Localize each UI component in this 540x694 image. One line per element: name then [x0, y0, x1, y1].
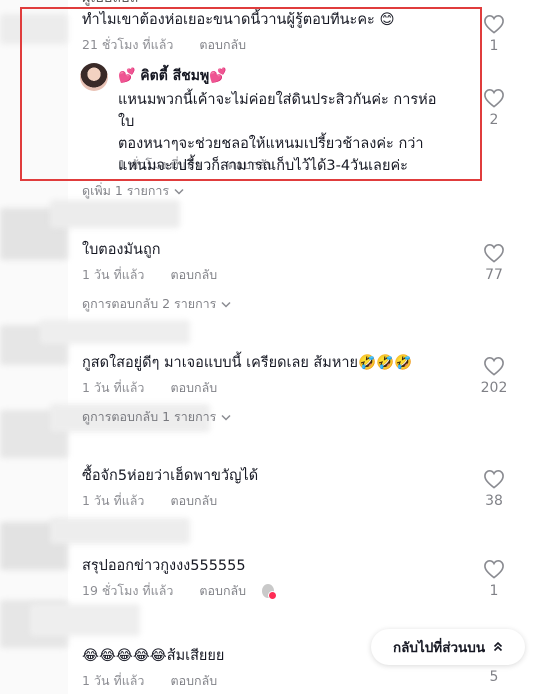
- like-count: 2: [489, 112, 499, 128]
- comment-text: กูสดใสอยู่ดีๆ มาเจอแบบนี้ เครียดเลย ส้มห…: [82, 355, 413, 371]
- like-button[interactable]: 1: [480, 559, 508, 599]
- comment-item: กูสดใสอยู่ดีๆ มาเจอแบบนี้ เครียดเลย ส้มห…: [82, 353, 482, 398]
- comment-text: ใบตองมันถูก: [82, 242, 161, 258]
- like-count: 1: [489, 583, 499, 599]
- like-button[interactable]: 1: [480, 14, 508, 54]
- like-count: 1: [489, 38, 499, 54]
- heart-outline-icon[interactable]: [483, 88, 505, 108]
- creator-liked-avatar: [262, 584, 278, 600]
- like-count: 5: [489, 669, 499, 685]
- back-to-top-button[interactable]: กลับไปที่ส่วนบน: [371, 629, 525, 665]
- reply-button[interactable]: ตอบกลับ: [170, 671, 217, 691]
- like-count: 38: [485, 493, 503, 509]
- comment-item: สรุปออกข่าวกูงงง555555 19 ชั่วโมง ที่แล้…: [82, 556, 482, 601]
- heart-outline-icon[interactable]: [483, 559, 505, 579]
- comment-item: ใบตองมันถูก 1 วัน ที่แล้ว ตอบกลับ: [82, 240, 482, 285]
- like-count: 202: [480, 380, 508, 396]
- chevron-down-icon: [174, 188, 184, 195]
- heart-outline-icon[interactable]: [483, 243, 505, 263]
- highlight-box: [20, 7, 482, 181]
- reply-button[interactable]: ตอบกลับ: [170, 491, 217, 511]
- comment-text: สรุปออกข่าวกูงงง555555: [82, 558, 246, 574]
- back-to-top-label: กลับไปที่ส่วนบน: [392, 640, 486, 656]
- view-replies-label: ดูการตอบกลับ 1 รายการ: [82, 409, 217, 424]
- comment-time: 19 ชั่วโมง ที่แล้ว: [82, 583, 174, 598]
- username-placeholder: [50, 518, 190, 544]
- heart-outline-icon[interactable]: [483, 14, 505, 34]
- view-more-button[interactable]: ดูเพิ่ม 1 รายการ: [82, 181, 184, 201]
- view-replies-label: ดูการตอบกลับ 2 รายการ: [82, 296, 217, 311]
- username-placeholder: [40, 320, 190, 344]
- like-button[interactable]: 38: [480, 469, 508, 509]
- double-chevron-up-icon: [493, 642, 503, 652]
- reply-button[interactable]: ตอบกลับ: [170, 378, 217, 398]
- like-button[interactable]: 202: [476, 356, 512, 396]
- username-placeholder: [50, 200, 180, 228]
- view-replies-button[interactable]: ดูการตอบกลับ 2 รายการ: [82, 294, 231, 314]
- like-count: 77: [485, 267, 503, 283]
- comment-time: 1 วัน ที่แล้ว: [82, 267, 145, 282]
- chevron-down-icon: [221, 414, 231, 421]
- reply-button[interactable]: ตอบกลับ: [199, 581, 246, 601]
- heart-outline-icon[interactable]: [483, 469, 505, 489]
- comment-time: 1 วัน ที่แล้ว: [82, 493, 145, 508]
- comment-time: 1 วัน ที่แล้ว: [82, 673, 145, 688]
- view-more-label: ดูเพิ่ม 1 รายการ: [82, 183, 170, 198]
- comment-time: 1 วัน ที่แล้ว: [82, 380, 145, 395]
- like-button[interactable]: 77: [480, 243, 508, 283]
- chevron-down-icon: [221, 301, 231, 308]
- comment-item: ซื้อจัก5ห่อยว่าเฮ็ดพาขวัญได้ 1 วัน ที่แล…: [82, 466, 482, 511]
- comment-text: ซื้อจัก5ห่อยว่าเฮ็ดพาขวัญได้: [82, 468, 259, 484]
- username-placeholder: [30, 604, 140, 636]
- view-replies-button[interactable]: ดูการตอบกลับ 1 รายการ: [82, 407, 231, 427]
- heart-outline-icon[interactable]: [483, 356, 505, 376]
- like-button[interactable]: 2: [480, 88, 508, 128]
- reply-button[interactable]: ตอบกลับ: [170, 265, 217, 285]
